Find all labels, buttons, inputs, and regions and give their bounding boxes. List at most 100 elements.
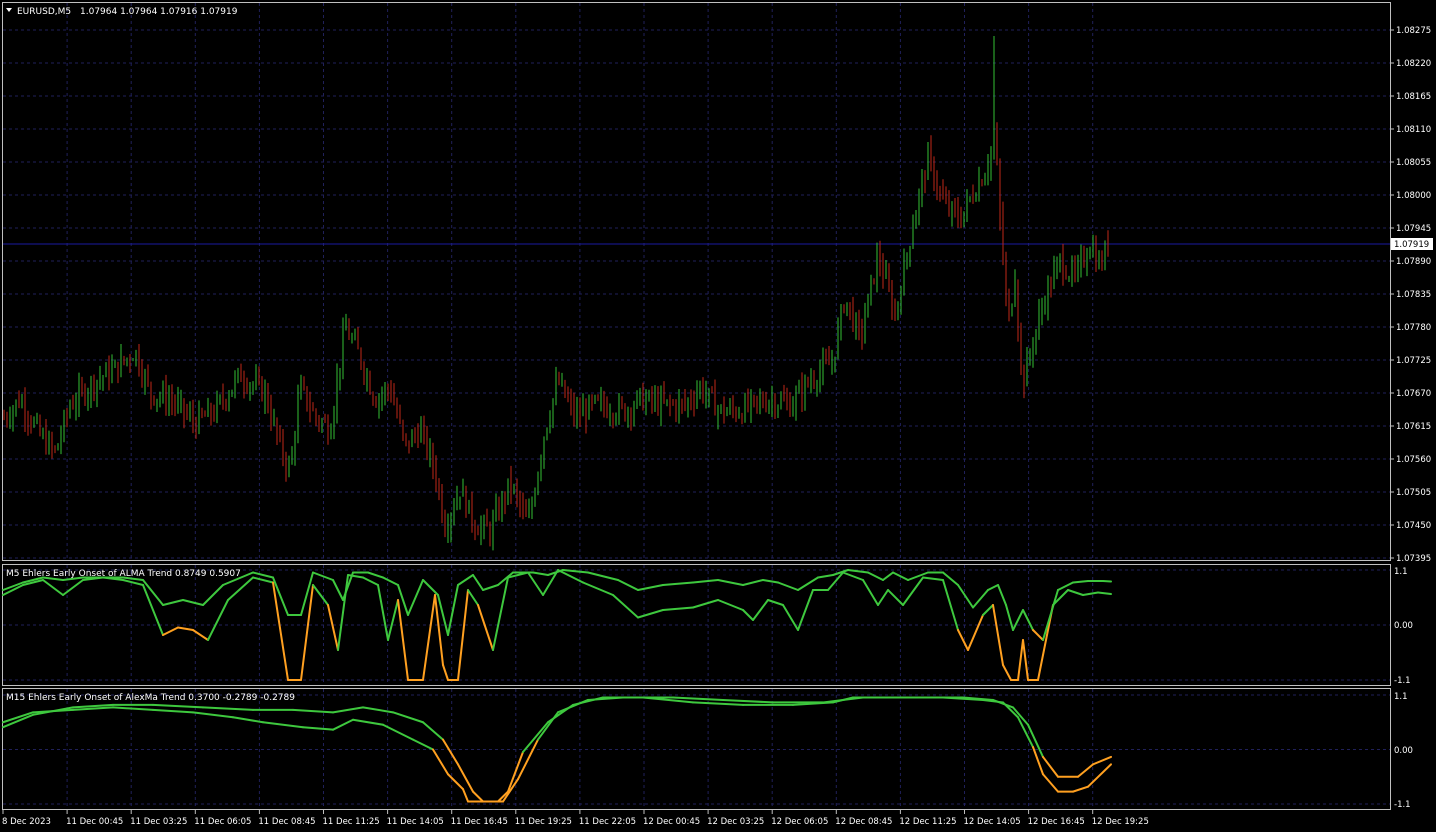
indicator-segment: [477, 604, 494, 651]
indicator-segment: [387, 599, 399, 641]
indicator-segment: [957, 584, 974, 609]
candles: [3, 36, 1109, 551]
indicator-segment: [112, 706, 154, 711]
indicator-segment: [987, 584, 999, 591]
indicator-segment: [612, 594, 639, 619]
indicator-segment: [152, 708, 194, 714]
price-label: 1.07560: [1396, 455, 1431, 465]
indicator-segment: [1087, 763, 1112, 788]
indicator-segment: [882, 571, 894, 581]
time-label: 11 Dec 06:05: [194, 817, 251, 827]
indicator-segment: [392, 711, 424, 724]
indicator-segment: [997, 584, 1007, 606]
indicator-segment: [967, 614, 984, 651]
indicator-segment: [672, 696, 724, 701]
indicator-segment: [662, 581, 694, 586]
time-label: 11 Dec 08:45: [258, 817, 315, 827]
collapse-triangle-icon[interactable]: [6, 8, 12, 12]
indicator-segment: [207, 599, 229, 641]
indicator-segment: [362, 576, 379, 586]
indicator-segment: [382, 576, 399, 586]
main-chart-frame[interactable]: [2, 2, 1391, 561]
time-label: 11 Dec 19:25: [515, 817, 572, 827]
time-scale[interactable]: 8 Dec 2023 11 Dec 00:45 11 Dec 03:25 11 Dec…: [2, 810, 1149, 827]
indicator-segment: [367, 571, 384, 579]
indicator-segment: [262, 721, 304, 729]
price-grid: [3, 3, 1390, 560]
price-label: 1.07395: [1396, 554, 1431, 564]
indicator-segment: [434, 594, 444, 666]
indicator-segment: [292, 708, 334, 714]
indicator-segment: [942, 571, 959, 586]
indicator-segment: [717, 599, 744, 611]
indicator-segment: [862, 579, 879, 606]
indicator-segment: [1022, 609, 1034, 631]
symbol-title: EURUSD,M5: [17, 7, 71, 17]
time-label: 11 Dec 22:05: [579, 817, 636, 827]
indicator-segment: [1057, 581, 1074, 591]
price-label: 1.08275: [1396, 26, 1431, 36]
time-label: 8 Dec 2023: [2, 817, 51, 827]
current-price-tag: 1.07919: [1391, 238, 1433, 250]
price-label: 1.08000: [1396, 191, 1431, 201]
indicator-segment: [557, 698, 589, 714]
time-label: 11 Dec 03:25: [130, 817, 187, 827]
time-label: 11 Dec 16:45: [451, 817, 508, 827]
price-scale[interactable]: 1.08275 1.08220 1.08165 1.08110 1.08055 1.080…: [1390, 26, 1431, 564]
indicator-segment: [1092, 755, 1112, 766]
indicator-segment: [1022, 639, 1029, 681]
indicator-segment: [332, 706, 364, 714]
indicator-segment: [442, 664, 449, 681]
indicator2-title: M15 Ehlers Early Onset of AlexMa Trend 0…: [6, 693, 295, 703]
indicator-segment: [422, 594, 436, 681]
indicator-segment: [1042, 589, 1059, 641]
indicator-segment: [527, 571, 544, 596]
indicator-segment: [742, 609, 754, 621]
indicator-segment: [1102, 580, 1112, 583]
indicator-segment: [1082, 591, 1099, 596]
indicator-segment: [352, 718, 384, 726]
indicator-segment: [1097, 591, 1112, 595]
ind1-scale-bot: -1.1: [1394, 676, 1411, 686]
price-label: 1.07615: [1396, 422, 1431, 432]
indicator-segment: [327, 604, 339, 651]
indicator-segment: [957, 629, 969, 651]
indicator-segment: [782, 604, 799, 631]
indicator-segment: [497, 571, 514, 586]
indicator-segment: [457, 589, 469, 681]
indicator-segment: [300, 584, 314, 681]
indicator-segment: [232, 716, 264, 724]
indicator-segment: [252, 571, 274, 579]
current-price-label: 1.07919: [1394, 240, 1429, 250]
indicator-segment: [867, 571, 884, 581]
price-label: 1.07450: [1396, 521, 1431, 531]
indicator-segment: [447, 584, 459, 636]
price-label: 1.07835: [1396, 290, 1431, 300]
indicator-segment: [662, 606, 694, 611]
ind2-scale-bot: -1.1: [1394, 800, 1411, 810]
indicator-segment: [1002, 664, 1012, 681]
indicator-segment: [492, 576, 509, 651]
time-label: 12 Dec 08:45: [835, 817, 892, 827]
time-label: 12 Dec 00:45: [643, 817, 700, 827]
time-label: 12 Dec 11:25: [899, 817, 956, 827]
indicator-segment: [982, 604, 994, 616]
indicator-segment: [472, 790, 484, 803]
indicator-segment: [822, 696, 864, 704]
indicator-segment: [422, 579, 439, 596]
indicator2-frame[interactable]: [2, 688, 1391, 810]
indicator-segment: [302, 726, 334, 731]
price-label: 1.08055: [1396, 158, 1431, 168]
indicator-segment: [777, 581, 799, 591]
trading-chart[interactable]: EURUSD,M5 1.07964 1.07964 1.07916 1.0791…: [0, 0, 1436, 832]
indicator-segment: [332, 718, 354, 731]
indicator-segment: [377, 584, 389, 641]
time-label: 11 Dec 11:25: [323, 817, 380, 827]
indicator-segment: [922, 576, 944, 581]
indicator-segment: [162, 626, 179, 636]
indicator-segment: [797, 589, 814, 631]
price-label: 1.07670: [1396, 389, 1431, 399]
indicator-segment: [182, 599, 204, 606]
indicator-segment: [407, 579, 424, 616]
indicator-segment: [42, 579, 64, 596]
